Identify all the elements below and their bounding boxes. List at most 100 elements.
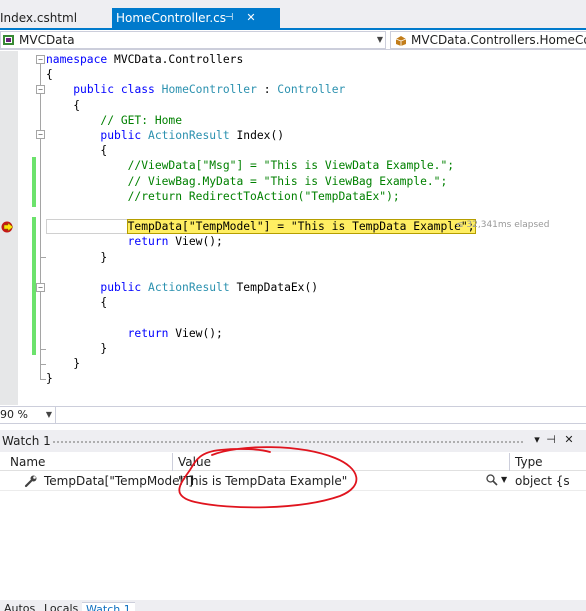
code-token: : [256,83,278,97]
code-line[interactable]: // ViewBag.MyData = "This is ViewBag Exa… [46,174,448,189]
code-token: } [46,341,108,355]
code-line[interactable]: } [46,250,107,265]
close-icon[interactable]: ✕ [562,433,576,446]
collapse-method-tempdataex-icon[interactable]: − [36,283,45,292]
chevron-down-icon: ▼ [376,35,383,44]
code-line[interactable]: { [46,295,107,310]
code-line[interactable]: public ActionResult TempDataEx() [46,280,318,295]
change-indicator [32,157,36,207]
code-token: ActionResult [148,129,230,142]
code-token: { [46,68,53,82]
code-token: ActionResult [148,281,230,294]
document-tab-strip: Index.cshtml HomeController.cs ⊣ ✕ [0,0,586,30]
column-type[interactable]: Type [515,455,543,469]
visualizer-dropdown-icon[interactable]: ▼ [501,475,507,484]
current-statement: TempData["TempModel"] = "This is TempDat… [126,219,476,235]
code-line[interactable]: public class HomeController : Controller [46,82,345,97]
code-token: Index() [229,129,285,142]
tab-index-cshtml[interactable]: Index.cshtml [0,8,84,28]
code-line[interactable]: namespace MVCData.Controllers [46,52,243,67]
code-token: } [46,250,108,264]
project-name: MVCData [19,33,75,47]
tab-label: HomeController.cs [116,11,227,25]
breakpoint-current-statement-icon[interactable] [1,221,15,233]
magnifier-visualizer-icon[interactable] [485,473,499,487]
tab-watch-1[interactable]: Watch 1 [82,602,135,611]
code-token: class [120,83,155,97]
code-line[interactable]: { [46,98,80,113]
watch-row[interactable]: TempData["TempModel"] "This is TempData … [0,472,586,490]
navigation-bar: MVCData ▼ MVCData.Controllers.HomeContr [0,30,586,50]
code-token: HomeController [161,83,257,97]
watch-title-bar[interactable]: Watch 1 ▾ ⊣ ✕ [0,430,586,452]
code-editor[interactable]: − − − − namespace MVCData.Controllers{ p… [0,51,586,405]
column-separator[interactable] [509,453,510,471]
watch-title: Watch 1 [2,434,51,448]
code-line[interactable]: } [46,341,107,356]
code-token: // GET: Home [100,113,183,127]
watch-item-value[interactable]: "This is TempData Example" [178,474,347,488]
code-token: } [46,372,53,386]
code-line[interactable]: TempData["TempModel"] = "This is TempDat… [46,219,476,235]
code-line[interactable]: { [46,143,107,158]
code-token: public [73,83,115,97]
column-separator[interactable] [172,453,173,471]
code-line[interactable]: } [46,371,53,386]
collapse-namespace-icon[interactable]: − [36,55,45,64]
editor-zoom-bar: 90 % ▼ [0,406,586,424]
close-tab-icon[interactable]: ✕ [244,8,258,28]
code-line[interactable]: { [46,67,53,82]
wrench-property-icon [24,475,37,488]
tab-locals[interactable]: Locals [44,602,78,611]
collapse-method-index-icon[interactable]: − [36,130,45,139]
tab-autos[interactable]: Autos [4,602,35,611]
tab-label: Index.cshtml [0,11,78,25]
watch-window: Watch 1 ▾ ⊣ ✕ Name Value Type TempData["… [0,430,586,611]
csharp-project-icon [3,35,14,45]
column-name[interactable]: Name [10,455,45,469]
pin-tab-icon[interactable]: ⊣ [222,8,236,28]
code-line[interactable]: //return RedirectToAction("TempDataEx"); [46,189,400,204]
row-divider [0,490,586,491]
project-dropdown[interactable]: MVCData ▼ [0,31,386,49]
type-name: MVCData.Controllers.HomeContr [411,33,586,47]
code-line[interactable]: return View(); [46,326,223,341]
title-grip [52,440,524,445]
code-line[interactable]: // GET: Home [46,113,182,128]
code-line[interactable]: } [46,356,80,371]
watch-item-type: object {s [515,474,570,488]
class-icon [395,36,407,46]
code-line[interactable]: return View(); [46,234,223,249]
code-token: } [46,357,81,370]
type-dropdown[interactable]: MVCData.Controllers.HomeContr [390,31,586,49]
code-line[interactable]: public ActionResult Index() [46,128,284,143]
perftip-elapsed[interactable]: ≤ 32,341ms elapsed [456,220,549,230]
auto-hide-pin-icon[interactable]: ⊣ [544,433,558,446]
window-position-dropdown-icon[interactable]: ▾ [530,433,544,446]
watch-item-name[interactable]: TempData["TempModel"] [44,474,193,488]
chevron-down-icon: ▼ [45,410,52,419]
tab-homecontroller-cs[interactable]: HomeController.cs ⊣ ✕ [112,8,280,28]
collapse-class-icon[interactable]: − [36,85,45,94]
outline-guide [40,63,41,380]
zoom-dropdown[interactable]: 90 % ▼ [0,407,56,423]
code-token: TempDataEx() [229,281,319,294]
code-token: { [46,296,108,310]
code-token: View(); [168,326,223,340]
zoom-level: 90 % [0,408,28,421]
bottom-tool-tabs: Autos Locals Watch 1 [0,600,586,611]
column-value[interactable]: Value [178,455,211,469]
code-line[interactable]: //ViewData["Msg"] = "This is ViewData Ex… [46,158,454,173]
